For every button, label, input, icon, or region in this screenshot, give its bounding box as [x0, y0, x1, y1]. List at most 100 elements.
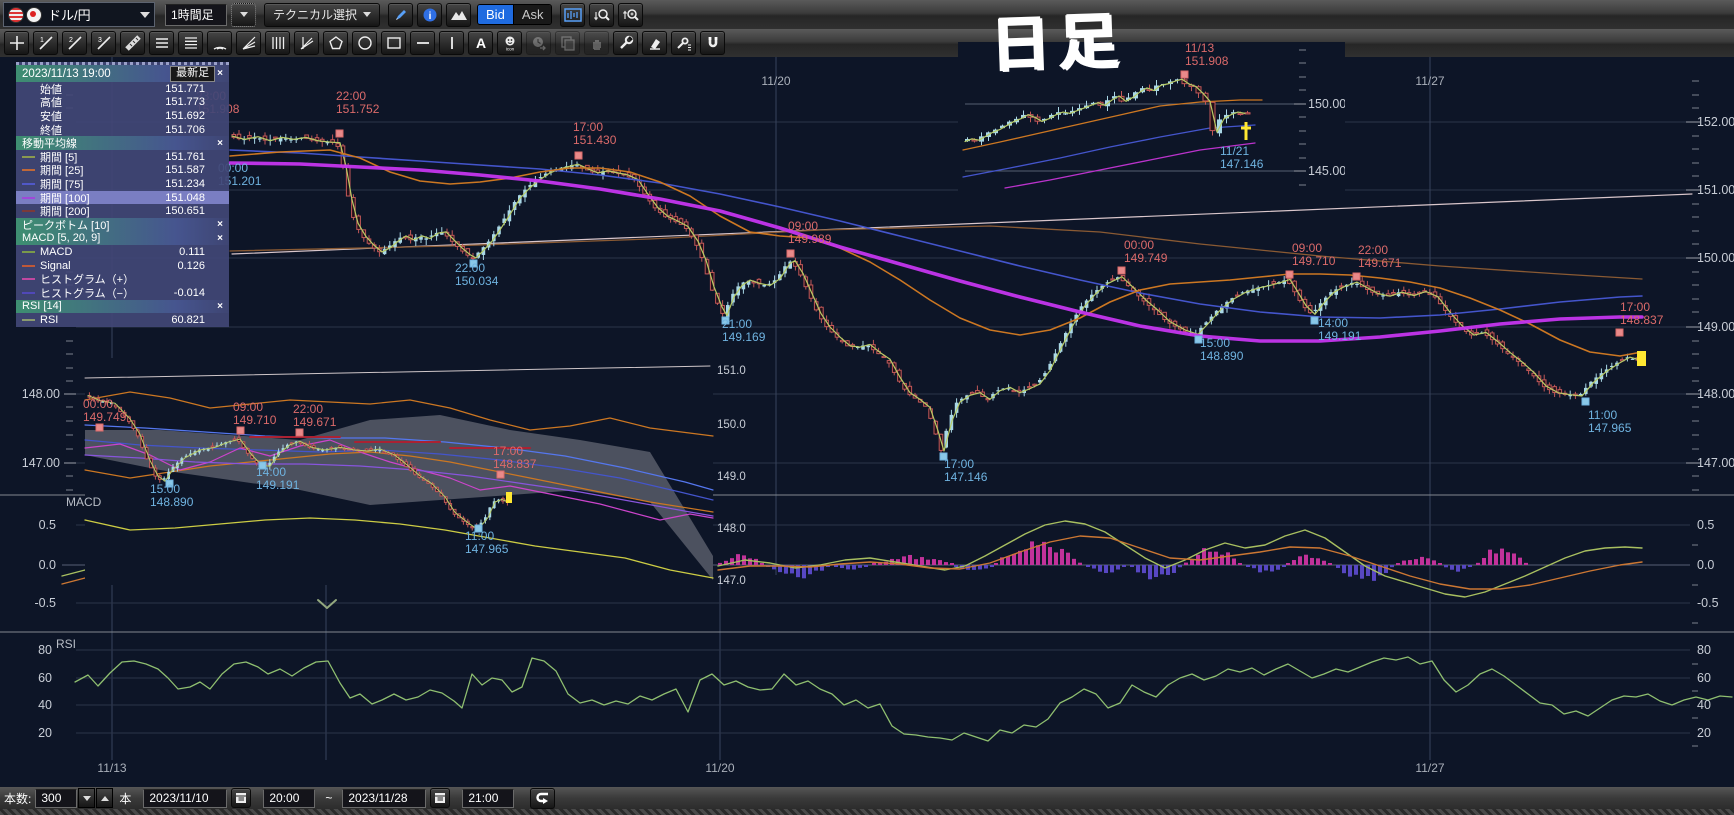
close-icon[interactable]: × [215, 138, 225, 149]
close-icon[interactable]: × [215, 301, 225, 312]
macd-histogram-bar [1444, 565, 1448, 568]
annotation-price: 149.749 [83, 410, 127, 424]
bar-count-increment-button[interactable] [96, 788, 114, 808]
indicator-section-header[interactable]: RSI [14] × [16, 299, 229, 314]
wrench-tool-button[interactable] [613, 31, 638, 55]
trendline-1-button[interactable]: 1 [33, 31, 58, 55]
macd-histogram-bar [1276, 565, 1280, 570]
price-axis-label: 147.00 [1697, 456, 1734, 470]
vertical-line-tool-button[interactable] [439, 31, 464, 55]
trendline-2-button[interactable]: 2 [62, 31, 87, 55]
info-button[interactable]: i [417, 2, 443, 27]
fibonacci-fan-button[interactable] [236, 31, 261, 55]
mountain-chart-button[interactable] [446, 2, 472, 27]
macd-histogram-bar [1116, 565, 1120, 570]
technical-select-button[interactable]: テクニカル選択 [264, 2, 381, 27]
parallel-lines-3-icon [155, 38, 168, 48]
crosshair-tool-button[interactable] [4, 31, 29, 55]
magnet-tool-button[interactable] [700, 31, 725, 55]
annotation-price: 149.671 [1358, 256, 1402, 270]
main-toolbar: ドル/円 1時間足 テクニカル選択 i Bid Ask [0, 0, 1734, 30]
time-zones-button[interactable] [265, 31, 290, 55]
to-date-value: 2023/11/28 [348, 791, 408, 805]
from-date-calendar-button[interactable] [231, 788, 252, 808]
currency-pair-select[interactable]: ドル/円 [3, 2, 155, 27]
candle-body [969, 391, 975, 395]
eraser-tool-button[interactable] [642, 31, 667, 55]
inset-chart[interactable]: 00:00149.749 09:00149.710 22:00149.671 14:0… [83, 358, 714, 585]
annotation-time: 22:00 [336, 89, 366, 103]
gann-fan-button[interactable] [294, 31, 319, 55]
annotation-price: 149.191 [256, 478, 300, 492]
handwritten-annotation: 日足 [989, 5, 1128, 81]
ruler-tool-button[interactable] [120, 31, 145, 55]
to-date-calendar-button[interactable] [430, 788, 451, 808]
rsi-axis-label: 80 [1697, 643, 1711, 657]
indicator-row: MACD 0.111 [16, 245, 229, 259]
annotation-time: 11:00 [1588, 408, 1617, 422]
indicator-section-header[interactable]: ピークボトム [10] × [16, 217, 229, 232]
macd-histogram-bar [1060, 548, 1064, 565]
color-swatch-icon [22, 196, 35, 199]
candle-body [424, 238, 428, 240]
settings-list-tool-button[interactable] [671, 31, 696, 55]
macd-axis-label: -0.5 [34, 596, 56, 610]
icon-stamp-tool-button[interactable]: icon [497, 31, 522, 55]
candle-body [258, 138, 262, 140]
to-date-input[interactable]: 2023/11/28 [342, 788, 427, 808]
svg-text:i: i [428, 11, 431, 22]
data-panel-header[interactable]: 2023/11/13 19:00 最新足 × [16, 65, 229, 82]
bid-button[interactable]: Bid [478, 5, 513, 24]
hand-tool-button [584, 31, 609, 55]
macd-histogram-bar [990, 565, 994, 567]
candle-body [1063, 113, 1068, 115]
ask-button[interactable]: Ask [512, 5, 552, 24]
indicator-label: RSI [14] [22, 300, 62, 313]
pentagon-tool-button[interactable] [323, 31, 348, 55]
draw-pencil-button[interactable] [388, 2, 414, 27]
ellipse-tool-button[interactable] [352, 31, 377, 55]
close-icon[interactable]: × [215, 219, 225, 230]
zoom-in-vertical-button[interactable] [618, 2, 644, 27]
bar-count-decrement-button[interactable] [78, 788, 96, 808]
annotation-time: 22:00 [455, 261, 485, 275]
zoom-out-vertical-button[interactable] [589, 2, 615, 27]
chevron-down-icon [140, 11, 150, 18]
annotation-price: 150.034 [455, 274, 499, 288]
fibonacci-arc-button[interactable] [207, 31, 232, 55]
from-date-input[interactable]: 2023/11/10 [143, 788, 228, 808]
horizontal-line-tool-button[interactable] [410, 31, 435, 55]
macd-histogram-bar [1172, 565, 1176, 573]
parallel-lines-3-button[interactable] [149, 31, 174, 55]
macd-histogram-bar [1178, 565, 1182, 568]
timeframe-dropdown-button[interactable] [231, 2, 256, 27]
macd-histogram-bar [932, 559, 936, 565]
main-chart[interactable]: 23:00151.90800:00151.20122:00151.75222:0… [0, 57, 1734, 787]
macd-histogram-bar [1524, 562, 1528, 565]
indicator-value: -0.014 [173, 286, 205, 299]
timeframe-select[interactable]: 1時間足 [165, 3, 227, 26]
text-tool-button[interactable]: A [468, 31, 493, 55]
indicator-data-panel[interactable]: 2023/11/13 19:00 最新足 × 始値 151.771 高値 151.77… [16, 62, 229, 327]
close-icon[interactable]: × [215, 233, 225, 244]
annotation-time: 22:00 [1358, 243, 1388, 257]
macd-histogram-bar [1342, 565, 1346, 574]
apply-range-button[interactable] [530, 787, 556, 809]
candle-body [1313, 309, 1318, 311]
macd-histogram-bar [1328, 563, 1332, 565]
from-time-input[interactable]: 20:00 [263, 788, 316, 808]
horizontal-line-tool-icon [416, 42, 429, 44]
annotation-time: 17:00 [493, 444, 523, 458]
parallel-lines-4-button[interactable] [178, 31, 203, 55]
rectangle-tool-button[interactable] [381, 31, 406, 55]
parallel-lines-4-icon [184, 37, 197, 49]
bar-count-input[interactable]: 300 [35, 788, 78, 808]
candle-body [316, 449, 320, 451]
to-time-input[interactable]: 21:00 [462, 788, 515, 808]
trendline-3-button[interactable]: 3 [91, 31, 116, 55]
close-icon[interactable]: × [215, 68, 225, 79]
candle-body [382, 451, 387, 454]
indicator-section-header[interactable]: MACD [5, 20, 9] × [16, 231, 229, 246]
chart-band-button[interactable] [560, 2, 586, 27]
latest-candle-button[interactable]: 最新足 [170, 65, 216, 82]
